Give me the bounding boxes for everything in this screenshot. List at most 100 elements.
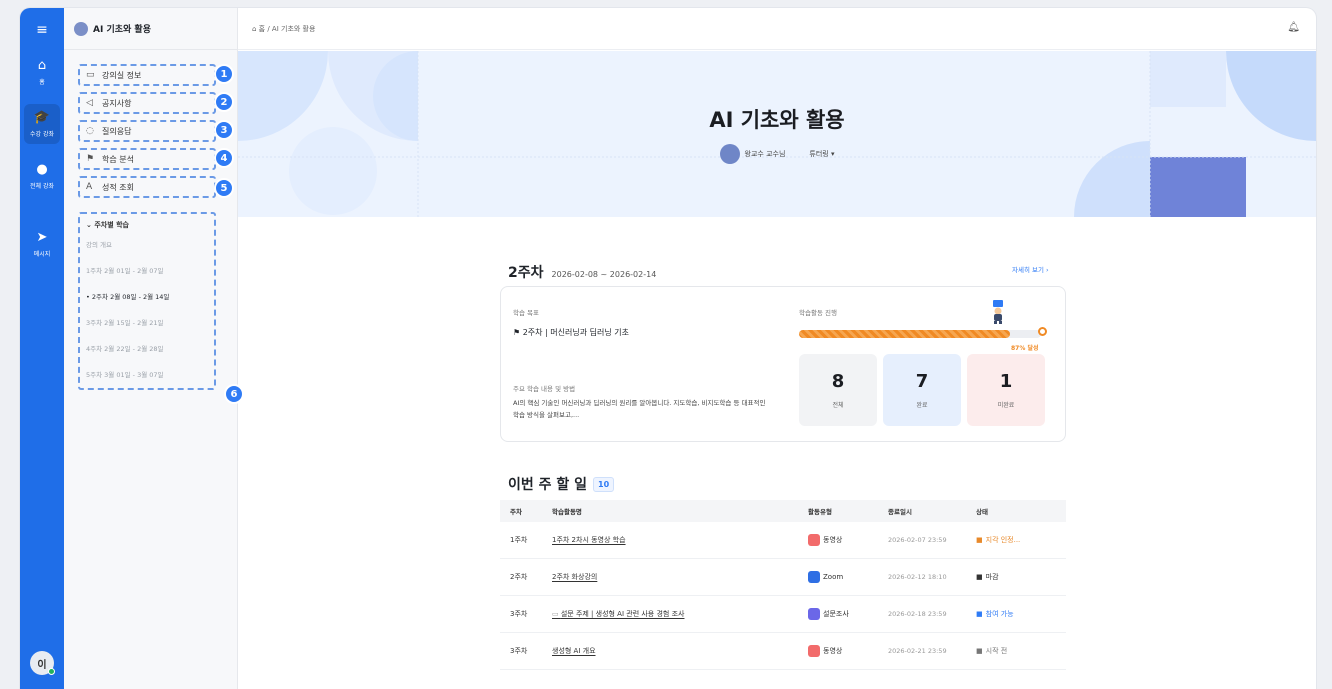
app-window: ≡ ⌂ 홈 🎓 수강 강좌 ● 전체 강좌 ➤ 메시지 이 AI 기초와 활용 … (20, 8, 1316, 689)
progress-fill (799, 330, 1010, 338)
row-week: 3주차 (510, 647, 528, 655)
stat-number: 8 (831, 371, 845, 392)
rail-item-all-courses[interactable]: ● 전체 강좌 (20, 162, 64, 190)
menu-label: 성적 조회 (102, 182, 134, 192)
annotation-badge: 3 (214, 120, 234, 140)
column-header: 학습활동명 (552, 508, 582, 516)
zoom-icon (808, 571, 820, 583)
survey-type-icon (808, 608, 820, 620)
globe-icon: ● (36, 162, 48, 177)
menu-classroom-info[interactable]: ▭ 강의실 정보 (78, 64, 216, 86)
row-week: 1주차 (510, 536, 528, 544)
week-label: 2주차 (508, 265, 544, 281)
todo-table: 주차 학습활동명 활동유형 종료일시 상태 1주차 1주차 2차시 동영상 학습… (500, 500, 1066, 670)
column-header: 주차 (510, 508, 522, 516)
professor-avatar (719, 144, 740, 164)
menu-grades[interactable]: A 성적 조회 (78, 176, 216, 198)
weekly-item[interactable]: 4주차 2월 22일 - 2월 28일 (86, 344, 208, 370)
stat-number: 7 (915, 371, 929, 392)
video-icon (808, 645, 820, 657)
table-row[interactable]: 2주차 2주차 화상강의 Zoom 2026-02-12 18:10 ■ 마감 (500, 559, 1066, 596)
chat-icon: ◌ (86, 126, 94, 136)
rail-item-label: 메시지 (33, 251, 51, 258)
bell-icon[interactable]: 🔔︎ (1287, 22, 1300, 33)
table-row[interactable]: 1주차 1주차 2차시 동영상 학습 동영상 2026-02-07 23:59 … (500, 522, 1066, 559)
survey-icon: ▭ (552, 610, 561, 618)
column-header: 상태 (976, 508, 988, 516)
avatar[interactable]: 이 (30, 651, 55, 675)
video-icon (808, 534, 820, 546)
home-icon: ⌂ (37, 58, 47, 73)
end-date: 2026-02-21 23:59 (888, 647, 947, 655)
course-title-heading: AI 기초와 활용 (709, 108, 845, 132)
course-header: AI 기초와 활용 (64, 8, 237, 50)
detail-link[interactable]: 자세히 보기 › (1012, 264, 1049, 274)
professor-name: 왕교수 교수님 (744, 150, 786, 158)
flag-icon: ⚑ (513, 328, 523, 337)
course-sidebar: AI 기초와 활용 ▭ 강의실 정보 1 ◁ 공지사항 2 ◌ 질의응답 3 ⚑… (64, 8, 244, 689)
weekly-item[interactable]: 1주차 2월 01일 - 2월 07일 (86, 266, 208, 292)
desc-label: 주요 학습 내용 및 방법 (513, 385, 576, 393)
rail-item-home[interactable]: ⌂ 홈 (20, 58, 64, 86)
stat-completed: 7 완료 (883, 354, 961, 426)
status: ■ 마감 (976, 573, 999, 581)
annotation-badge: 2 (214, 92, 234, 112)
week-heading: 2주차 2026-02-08 ~ 2026-02-14 (508, 262, 656, 282)
todo-count-badge: 10 (593, 476, 615, 492)
megaphone-icon: ◁ (86, 98, 93, 108)
activity-type: Zoom (808, 571, 888, 583)
activity-link[interactable]: 2주차 화상강의 (540, 572, 808, 582)
week-summary-card: 학습 목표 ⚑ 2주차 | 머신러닝과 딥러닝 기초 주요 학습 내용 및 방법… (500, 286, 1066, 442)
weekly-item[interactable]: 3주차 2월 15일 - 2월 21일 (86, 318, 208, 344)
status-icon: ■ (976, 647, 983, 655)
learning-description: AI의 핵심 기술인 머신러닝과 딥러닝의 원리를 알아봅니다. 지도학습, 비… (513, 399, 766, 419)
menu-label: 강의실 정보 (102, 70, 142, 80)
stat-label: 미완료 (997, 402, 1015, 409)
avatar-initial: 이 (37, 659, 47, 671)
course-hero-banner: AI 기초와 활용 왕교수 교수님 튜터링 ▾ (238, 51, 1316, 217)
menu-learning-analysis[interactable]: ⚑ 학습 분석 (78, 148, 216, 170)
learning-goal: ⚑ 2주차 | 머신러닝과 딥러닝 기초 (513, 328, 629, 337)
hamburger-icon[interactable]: ≡ (20, 18, 64, 42)
rail-item-messages[interactable]: ➤ 메시지 (20, 230, 64, 258)
activity-type: 동영상 (808, 645, 888, 657)
weekly-item[interactable]: 5주차 3월 01일 - 3월 07일 (86, 370, 208, 396)
progress-end-marker (1038, 327, 1047, 336)
activity-link[interactable]: 생성형 AI 개요 (540, 646, 808, 656)
weekly-header[interactable]: ⌄ 주차별 학습 (86, 220, 208, 230)
row-week: 3주차 (510, 610, 528, 618)
end-date: 2026-02-12 18:10 (888, 573, 947, 581)
todo-title: 이번 주 할 일 (508, 477, 588, 493)
end-date: 2026-02-07 23:59 (888, 536, 947, 544)
weekly-item[interactable]: 강의 개요 (86, 240, 208, 266)
progress-label: 학습활동 진행 (799, 309, 837, 317)
rail-item-label: 수강 강좌 (30, 131, 54, 138)
table-row[interactable]: 3주차 ▭ 설문 주제 | 생성형 AI 관련 사용 경험 조사 설문조사 20… (500, 596, 1066, 633)
tutoring-dropdown[interactable]: 튜터링 ▾ (809, 149, 834, 159)
activity-link[interactable]: 1주차 2차시 동영상 학습 (540, 535, 808, 545)
menu-notices[interactable]: ◁ 공지사항 (78, 92, 216, 114)
menu-qna[interactable]: ◌ 질의응답 (78, 120, 216, 142)
table-header: 주차 학습활동명 활동유형 종료일시 상태 (500, 500, 1066, 522)
week-range: 2026-02-08 ~ 2026-02-14 (551, 270, 657, 279)
graduation-cap-icon: 🎓 (33, 110, 51, 125)
progress-percent: 87% 달성 (1011, 345, 1039, 352)
breadcrumb[interactable]: ⌂ 홈 / AI 기초와 활용 (252, 24, 315, 34)
todo-heading: 이번 주 할 일 10 (508, 474, 615, 494)
annotation-badge: 1 (214, 64, 234, 84)
stat-label: 전체 (832, 402, 844, 409)
activity-type: 설문조사 (808, 608, 888, 620)
menu-label: 질의응답 (102, 126, 132, 136)
goal-label: 학습 목표 (513, 309, 539, 317)
activity-link[interactable]: ▭ 설문 주제 | 생성형 AI 관련 사용 경험 조사 (540, 609, 808, 619)
monitor-icon: ▭ (86, 70, 95, 80)
weekly-item-current[interactable]: • 2주차 2월 08일 - 2월 14일 (86, 292, 208, 318)
flag-icon: ⚑ (86, 154, 95, 164)
status-icon: ■ (976, 536, 983, 544)
column-header: 활동유형 (808, 508, 832, 516)
top-bar: ⌂ 홈 / AI 기초와 활용 🔔︎ (238, 8, 1316, 50)
rail-item-my-courses[interactable]: 🎓 수강 강좌 (24, 104, 60, 144)
table-row[interactable]: 3주차 생성형 AI 개요 동영상 2026-02-21 23:59 ■ 시작 전 (500, 633, 1066, 670)
weekly-learning-panel: ⌄ 주차별 학습 강의 개요 1주차 2월 01일 - 2월 07일 • 2주차… (78, 212, 216, 390)
activity-type: 동영상 (808, 534, 888, 546)
